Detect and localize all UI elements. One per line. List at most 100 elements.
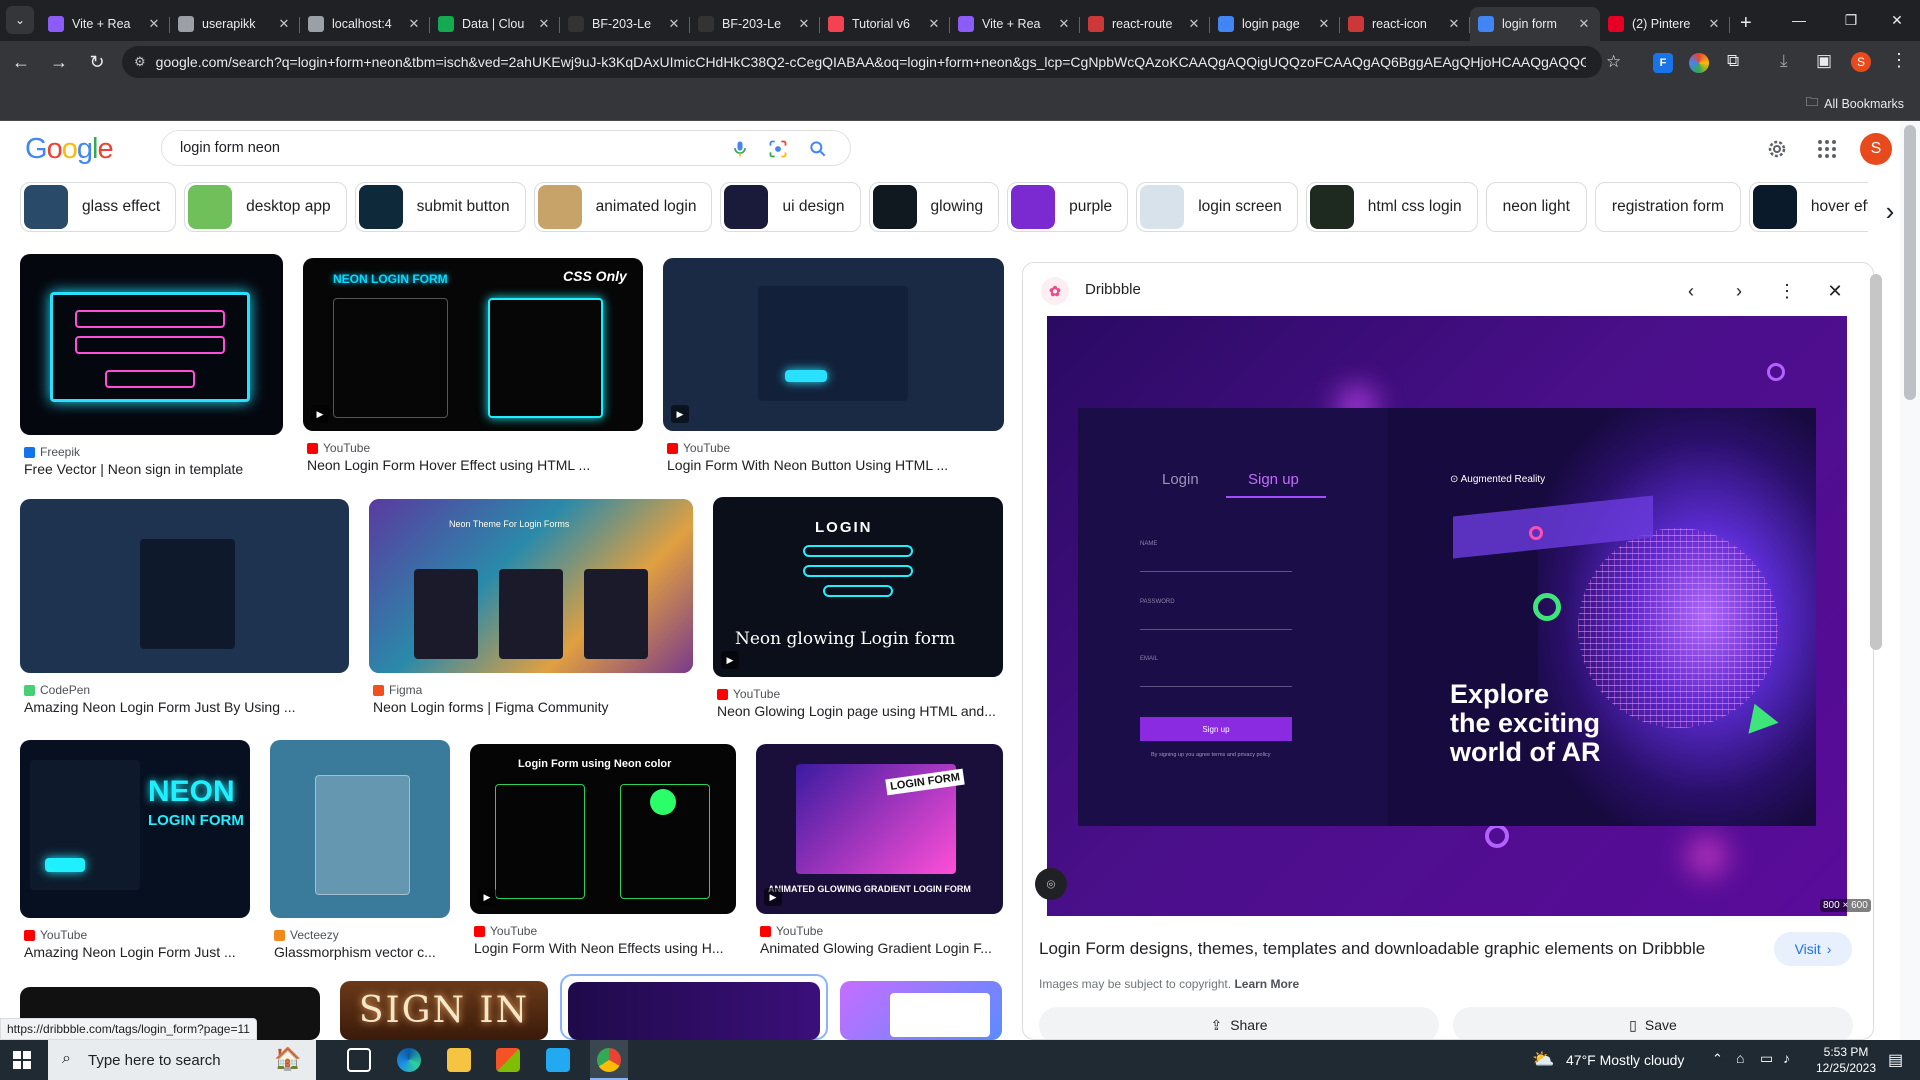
tab-close-icon[interactable]: ✕ [796,16,812,32]
result-thumbnail[interactable]: Login Form using Neon color ▶ [470,744,736,914]
browser-tab[interactable]: BF-203-Le ✕ [690,7,820,41]
edge-browser-icon[interactable] [397,1048,421,1072]
result-thumbnail[interactable]: LOGIN Neon glowing Login form ▶ [713,497,1003,677]
search-chip[interactable]: neon light [1485,182,1587,232]
show-hidden-icons-chevron-icon[interactable]: ⌃ [1712,1051,1723,1067]
result-source[interactable]: Freepik [24,445,80,459]
search-chip[interactable]: purple [1007,182,1129,232]
browser-tab[interactable]: userapikk ✕ [170,7,300,41]
browser-tab[interactable]: Vite + Rea ✕ [950,7,1080,41]
panel-image-title[interactable]: Login Form designs, themes, templates an… [1039,939,1759,959]
browser-tab[interactable]: login page ✕ [1210,7,1340,41]
site-info-icon[interactable]: ⚙ [134,54,146,70]
panel-scrollbar-thumb[interactable] [1870,274,1882,650]
system-clock[interactable]: 5:53 PM 12/25/2023 [1808,1044,1884,1076]
settings-gear-icon[interactable] [1765,137,1789,161]
color-picker-extension-icon[interactable] [1689,53,1709,73]
result-thumbnail[interactable] [270,740,450,918]
minimize-button[interactable]: — [1776,0,1822,40]
task-view-icon[interactable] [347,1048,371,1072]
chrome-taskbar-button[interactable] [590,1040,628,1080]
search-chip[interactable]: registration form [1594,182,1741,232]
tab-close-icon[interactable]: ✕ [406,16,422,32]
previous-image-chevron-icon[interactable]: ‹ [1677,277,1705,305]
browser-tab[interactable]: BF-203-Le ✕ [560,7,690,41]
side-panel-icon[interactable]: ▣ [1816,51,1832,71]
tab-close-icon[interactable]: ✕ [1056,16,1072,32]
result-source[interactable]: YouTube [24,928,87,942]
back-button[interactable]: ← [4,46,38,80]
weather-icon[interactable]: ⛅ [1532,1049,1554,1070]
voice-search-icon[interactable] [730,139,750,159]
extensions-puzzle-icon[interactable]: ⧉ [1727,51,1739,71]
tab-close-icon[interactable]: ✕ [1576,16,1592,32]
search-icon[interactable] [808,139,828,159]
close-window-button[interactable]: ✕ [1874,0,1920,40]
save-button[interactable]: ▯ Save [1453,1007,1853,1039]
result-title[interactable]: Neon Login forms | Figma Community [373,699,693,715]
tab-close-icon[interactable]: ✕ [666,16,682,32]
reload-button[interactable]: ↻ [80,46,114,80]
display-icon[interactable]: ▭ [1760,1050,1773,1067]
result-source[interactable]: YouTube [717,687,780,701]
result-title[interactable]: Animated Glowing Gradient Login F... [760,940,1003,956]
result-thumbnail[interactable]: NEON LOGIN FORM [20,740,250,918]
search-chip[interactable]: glowing [868,182,1000,232]
google-logo[interactable]: Google [25,133,114,166]
volume-icon[interactable]: ♪ [1783,1050,1790,1066]
search-chip[interactable]: login screen [1136,182,1298,232]
panel-source-name[interactable]: Dribbble [1085,281,1141,298]
restore-button[interactable]: ❐ [1828,0,1874,40]
browser-tab[interactable]: login form ✕ [1470,7,1600,41]
new-tab-button[interactable]: + [1740,12,1752,35]
file-explorer-icon[interactable] [447,1048,471,1072]
result-title[interactable]: Login Form With Neon Effects using H... [474,940,736,956]
visit-button[interactable]: Visit › [1774,932,1852,966]
result-source[interactable]: YouTube [307,441,370,455]
result-title[interactable]: Free Vector | Neon sign in template [24,461,283,477]
profile-avatar[interactable]: S [1851,52,1871,72]
result-title[interactable]: Login Form With Neon Button Using HTML .… [667,457,1004,473]
result-source[interactable]: YouTube [760,924,823,938]
result-thumbnail[interactable] [20,254,283,435]
search-box[interactable]: login form neon [161,130,851,166]
forward-button[interactable]: → [42,46,76,80]
tab-search-button[interactable]: ⌄ [6,6,34,34]
tab-close-icon[interactable]: ✕ [1186,16,1202,32]
result-thumbnail[interactable]: LOGIN FORM ANIMATED GLOWING GRADIENT LOGI… [756,744,1003,914]
result-source[interactable]: Figma [373,683,422,697]
tab-close-icon[interactable]: ✕ [1446,16,1462,32]
search-chip[interactable]: ui design [720,182,861,232]
share-button[interactable]: ⇪ Share [1039,1007,1439,1039]
browser-tab[interactable]: react-route ✕ [1080,7,1210,41]
result-title[interactable]: Glassmorphism vector c... [274,944,450,960]
result-title[interactable]: Amazing Neon Login Form Just ... [24,944,250,960]
google-apps-icon[interactable] [1815,137,1839,161]
result-source[interactable]: Vecteezy [274,928,339,942]
lens-search-icon[interactable] [768,139,788,159]
browser-tab[interactable]: Tutorial v6 ✕ [820,7,950,41]
tab-close-icon[interactable]: ✕ [1706,16,1722,32]
search-chip[interactable]: glass effect [20,182,177,232]
notifications-icon[interactable]: ▤ [1888,1050,1903,1070]
close-panel-icon[interactable]: ✕ [1821,277,1849,305]
browser-tab[interactable]: react-icon ✕ [1340,7,1470,41]
tab-close-icon[interactable]: ✕ [146,16,162,32]
network-icon[interactable]: ⌂ [1736,1050,1744,1066]
lens-search-image-icon[interactable]: ⌾ [1035,868,1067,900]
taskbar-search-box[interactable]: ⌕ Type here to search 🏠 [48,1040,316,1080]
search-chip[interactable]: animated login [533,182,713,232]
preview-image[interactable]: Login Sign up NAME PASSWORD EMAIL Sign u… [1047,316,1847,916]
search-chip[interactable]: desktop app [184,182,347,232]
tab-close-icon[interactable]: ✕ [536,16,552,32]
browser-tab[interactable]: Vite + Rea ✕ [40,7,170,41]
extension-icon[interactable]: F [1653,53,1673,73]
vscode-icon[interactable] [546,1048,570,1072]
learn-more-link[interactable]: Learn More [1234,977,1299,991]
result-title[interactable]: Amazing Neon Login Form Just By Using ..… [24,699,349,715]
result-source[interactable]: YouTube [667,441,730,455]
download-icon[interactable]: ⤓ [1780,51,1788,71]
search-query[interactable]: login form neon [180,140,280,156]
result-title[interactable]: Neon Glowing Login page using HTML and..… [717,703,1003,719]
browser-tab[interactable]: localhost:4 ✕ [300,7,430,41]
